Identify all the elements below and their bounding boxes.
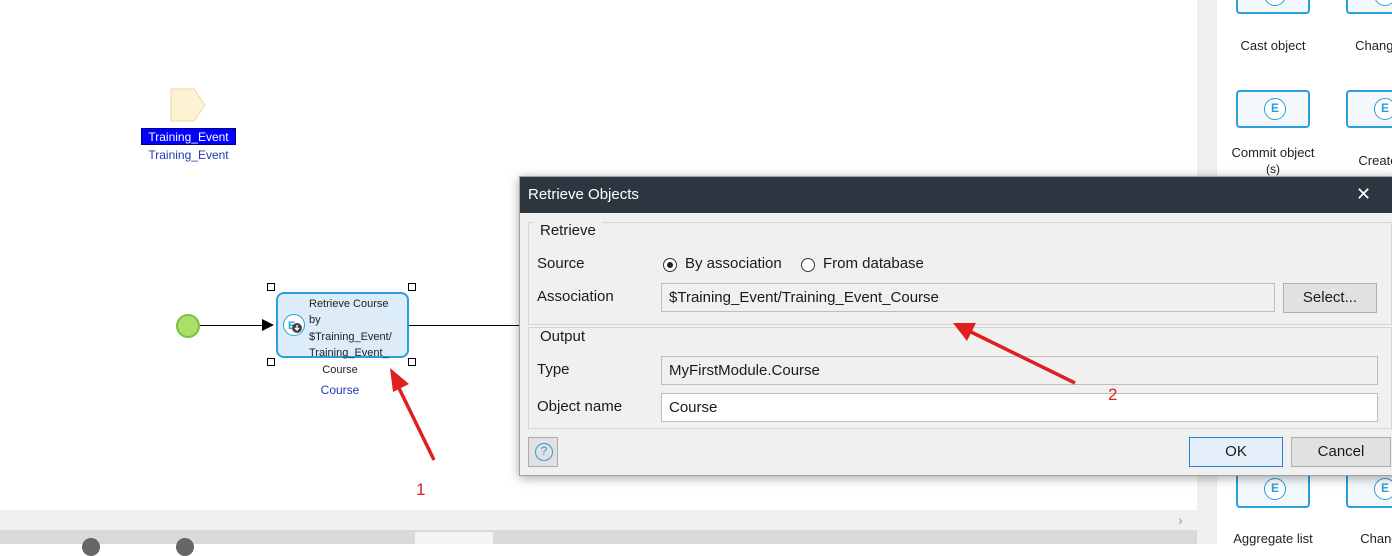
change-object-icon[interactable]: E [1346,0,1392,14]
dialog-titlebar[interactable]: Retrieve Objects ✕ [520,177,1392,213]
horizontal-scrollbar[interactable] [0,510,1197,530]
radio-by-association-label[interactable]: By association [685,255,782,272]
activity-variable-name: Course [320,383,360,397]
help-icon: ? [535,443,553,461]
activity-label-line: Training_Event_ [309,346,389,359]
activity-label-line: $Training_Event/ [309,330,392,343]
parameter-shape-icon[interactable] [170,88,206,122]
selection-handle[interactable] [267,283,275,291]
object-name-input[interactable]: Course [661,393,1378,422]
toolbox-item-label: Cast object [1240,38,1306,53]
output-group-title: Output [534,328,592,345]
retrieve-activity[interactable]: E Retrieve Course by $Training_Event/ Tr… [276,292,409,361]
selection-handle[interactable] [408,283,416,291]
parameter-name: Training_Event [148,148,229,162]
start-event[interactable] [176,314,200,338]
annotation-number: 1 [416,480,426,499]
radio-from-database[interactable] [801,258,815,272]
sequence-flow[interactable] [409,325,521,326]
toolbox-item-label: Create c [1358,153,1392,168]
arrow-head-icon [262,319,274,331]
activity-label-line: Retrieve Course [309,298,389,310]
help-button[interactable]: ? [528,437,558,467]
annotation-number: 2 [1108,385,1118,404]
status-indicator-icon [82,538,100,556]
object-name-label: Object name [537,398,623,415]
activity-label-line: by [309,314,321,327]
commit-object-icon[interactable]: E [1236,90,1310,128]
radio-by-association[interactable] [663,258,677,272]
toolbox-item-label: Change c [1355,38,1392,53]
activity-caption: Course [322,364,358,376]
radio-from-database-label[interactable]: From database [823,255,924,272]
retrieve-object-icon: E [283,314,305,336]
toolbox-item-label: (s) [1266,162,1280,176]
type-label: Type [537,361,570,378]
selection-handle[interactable] [267,358,275,366]
toolbox-item-label: Change [1360,531,1392,546]
toolbox-item-label: Commit object [1231,145,1315,160]
dialog-title: Retrieve Objects [528,186,639,203]
status-tab[interactable] [415,532,493,544]
create-object-icon[interactable]: E [1346,90,1392,128]
cancel-button[interactable]: Cancel [1291,437,1391,467]
select-button[interactable]: Select... [1283,283,1377,313]
parameter-caption[interactable]: Training_Event [141,128,236,145]
cast-object-icon[interactable]: E [1236,0,1310,14]
association-field[interactable]: $Training_Event/Training_Event_Course [661,283,1275,312]
sequence-flow[interactable] [200,325,266,326]
retrieve-group-title: Retrieve [534,222,602,239]
scroll-right-icon[interactable]: › [1178,512,1183,528]
annotation-arrow-icon [953,323,1076,385]
annotation-arrow-icon [390,368,436,461]
activity-label: Retrieve Course by $Training_Event/ Trai… [309,296,405,361]
toolbox-item-label: Aggregate list [1233,531,1313,546]
status-indicator-icon [176,538,194,556]
association-label: Association [537,288,614,305]
close-icon[interactable]: ✕ [1356,184,1371,205]
ok-button[interactable]: OK [1189,437,1283,467]
source-label: Source [537,255,585,272]
